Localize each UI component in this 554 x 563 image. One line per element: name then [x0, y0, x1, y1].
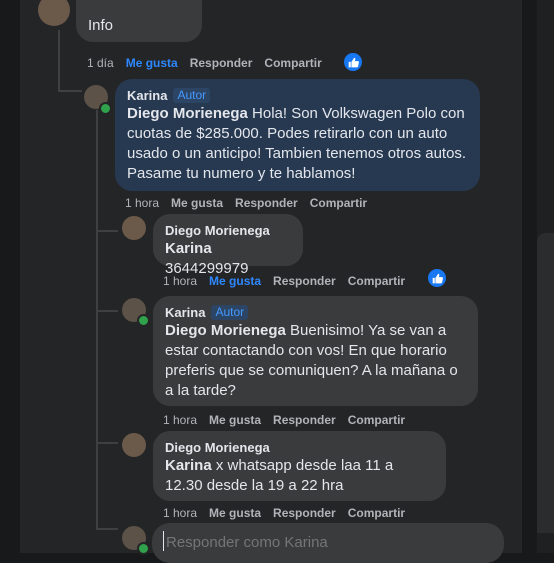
thread-branch: [96, 528, 118, 530]
like-button[interactable]: Me gusta: [126, 55, 178, 71]
thread-branch: [96, 310, 118, 312]
comment-time[interactable]: 1 día: [87, 55, 114, 71]
online-indicator: [99, 102, 112, 115]
reply-button[interactable]: Responder: [190, 55, 253, 71]
author-name[interactable]: Diego Morienega: [165, 439, 270, 456]
comment-actions: 1 hora Me gusta Responder Compartir: [163, 273, 405, 289]
comment-actions: 1 hora Me gusta Responder Compartir: [163, 505, 405, 521]
author-name[interactable]: Karina: [127, 87, 167, 104]
comment-bubble: Info: [76, 0, 202, 42]
mention[interactable]: Diego Morienega: [165, 322, 286, 339]
right-column-card: [537, 233, 554, 533]
avatar[interactable]: [122, 216, 146, 240]
like-reaction-icon[interactable]: [426, 267, 448, 289]
author-name[interactable]: Diego Morienega: [165, 222, 270, 239]
text-cursor: [163, 531, 164, 551]
comment-bubble: Karina Autor Diego Morienega Buenisimo! Y…: [153, 296, 478, 406]
like-button[interactable]: Me gusta: [209, 273, 261, 289]
like-button[interactable]: Me gusta: [209, 412, 261, 428]
reply-button[interactable]: Responder: [235, 195, 298, 211]
reply-button[interactable]: Responder: [273, 505, 336, 521]
thread-line: [58, 90, 82, 92]
author-name[interactable]: Karina: [165, 304, 205, 321]
comment-bubble: Karina Autor Diego Morienega Hola! Son Vo…: [115, 79, 480, 191]
thread-line: [96, 110, 98, 530]
online-indicator: [137, 314, 150, 327]
comment-time[interactable]: 1 hora: [163, 412, 197, 428]
share-button[interactable]: Compartir: [348, 273, 405, 289]
reply-button[interactable]: Responder: [273, 273, 336, 289]
comment-time[interactable]: 1 hora: [125, 195, 159, 211]
thread-line: [58, 30, 60, 90]
like-button[interactable]: Me gusta: [171, 195, 223, 211]
share-button[interactable]: Compartir: [348, 412, 405, 428]
share-button[interactable]: Compartir: [264, 55, 321, 71]
comment-time[interactable]: 1 hora: [163, 273, 197, 289]
comment-time[interactable]: 1 hora: [163, 505, 197, 521]
like-button[interactable]: Me gusta: [209, 505, 261, 521]
share-button[interactable]: Compartir: [310, 195, 367, 211]
comment-bubble: Diego Morienega Karina x whatsapp desde …: [153, 431, 446, 501]
mention[interactable]: Diego Morienega: [127, 105, 248, 122]
mention[interactable]: Karina: [165, 240, 212, 257]
author-badge: Autor: [211, 305, 249, 320]
avatar[interactable]: [122, 433, 146, 457]
comment-text: Info: [88, 17, 114, 34]
comment-actions: 1 hora Me gusta Responder Compartir: [125, 195, 367, 211]
reply-box[interactable]: [152, 523, 504, 563]
thread-branch: [96, 230, 118, 232]
online-indicator: [137, 542, 150, 555]
share-button[interactable]: Compartir: [348, 505, 405, 521]
like-reaction-icon[interactable]: [342, 51, 364, 73]
reply-input[interactable]: [164, 533, 488, 552]
thread-branch: [96, 442, 118, 444]
comment-actions: 1 día Me gusta Responder Compartir: [87, 55, 322, 71]
author-badge: Autor: [173, 88, 211, 103]
mention[interactable]: Karina: [165, 457, 212, 474]
reply-button[interactable]: Responder: [273, 412, 336, 428]
comment-actions: 1 hora Me gusta Responder Compartir: [163, 412, 405, 428]
comment-bubble: Diego Morienega Karina 3644299979: [153, 214, 303, 277]
